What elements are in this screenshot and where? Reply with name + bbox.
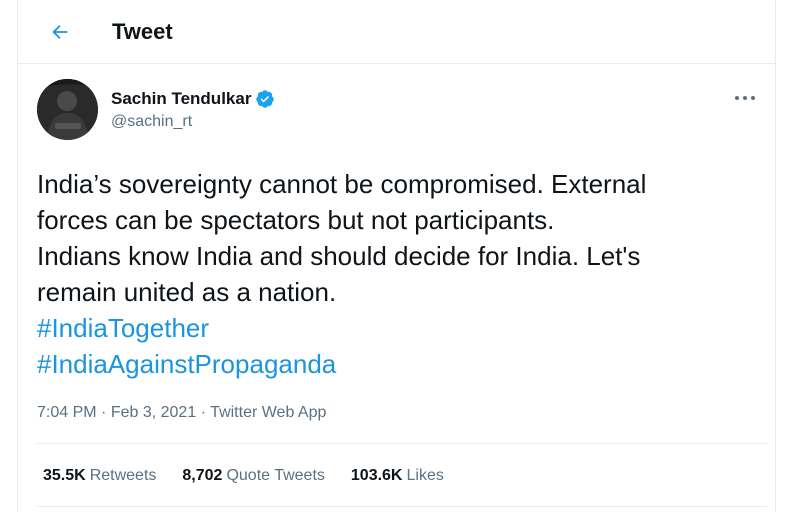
page-title: Tweet — [112, 19, 173, 44]
author-name-text: Sachin Tendulkar — [111, 89, 252, 108]
more-options-button[interactable] — [727, 86, 763, 110]
back-button[interactable] — [42, 14, 78, 50]
verified-badge-icon — [256, 90, 275, 108]
tweet-text: India’s sovereignty cannot be compromise… — [37, 169, 647, 307]
column-border-left — [17, 0, 18, 512]
author-handle[interactable]: @sachin_rt — [111, 113, 192, 131]
tweet-date[interactable]: Feb 3, 2021 — [111, 404, 196, 421]
divider — [37, 443, 767, 444]
tweet-meta: 7:04 PM · Feb 3, 2021 · Twitter Web App — [37, 404, 326, 422]
avatar[interactable] — [37, 79, 98, 140]
tweet-page: Tweet Sachin Tendulkar @sachin_rt India’… — [0, 0, 800, 512]
quote-tweets-stat[interactable]: 8,702 Quote Tweets — [182, 467, 324, 485]
hashtag-link[interactable]: #IndiaAgainstPropaganda — [37, 346, 637, 382]
likes-stat[interactable]: 103.6K Likes — [351, 467, 444, 485]
meta-separator: · — [101, 404, 111, 421]
divider — [37, 506, 767, 507]
page-header: Tweet — [18, 0, 775, 64]
tweet-stats: 35.5K Retweets 8,702 Quote Tweets 103.6K Li… — [43, 467, 444, 485]
retweets-count: 35.5K — [43, 467, 86, 484]
likes-count: 103.6K — [350, 467, 403, 484]
more-horizontal-icon — [735, 96, 755, 100]
retweets-label: Retweets — [89, 467, 157, 484]
profile-photo-icon — [37, 79, 98, 140]
author-name[interactable]: Sachin Tendulkar — [111, 89, 275, 109]
tweet-time[interactable]: 7:04 PM — [37, 404, 97, 421]
quote-tweets-count: 8,702 — [182, 467, 223, 484]
retweets-stat[interactable]: 35.5K Retweets — [43, 467, 156, 485]
hashtag-link[interactable]: #IndiaTogether — [37, 310, 637, 346]
quote-tweets-label: Quote Tweets — [226, 467, 325, 484]
arrow-left-icon — [52, 24, 68, 40]
column-border-right — [775, 0, 776, 512]
tweet-hashtags: #IndiaTogether #IndiaAgainstPropaganda — [37, 310, 637, 382]
meta-separator: · — [200, 404, 211, 421]
tweet-source[interactable]: Twitter Web App — [210, 404, 326, 421]
likes-label: Likes — [406, 467, 444, 484]
